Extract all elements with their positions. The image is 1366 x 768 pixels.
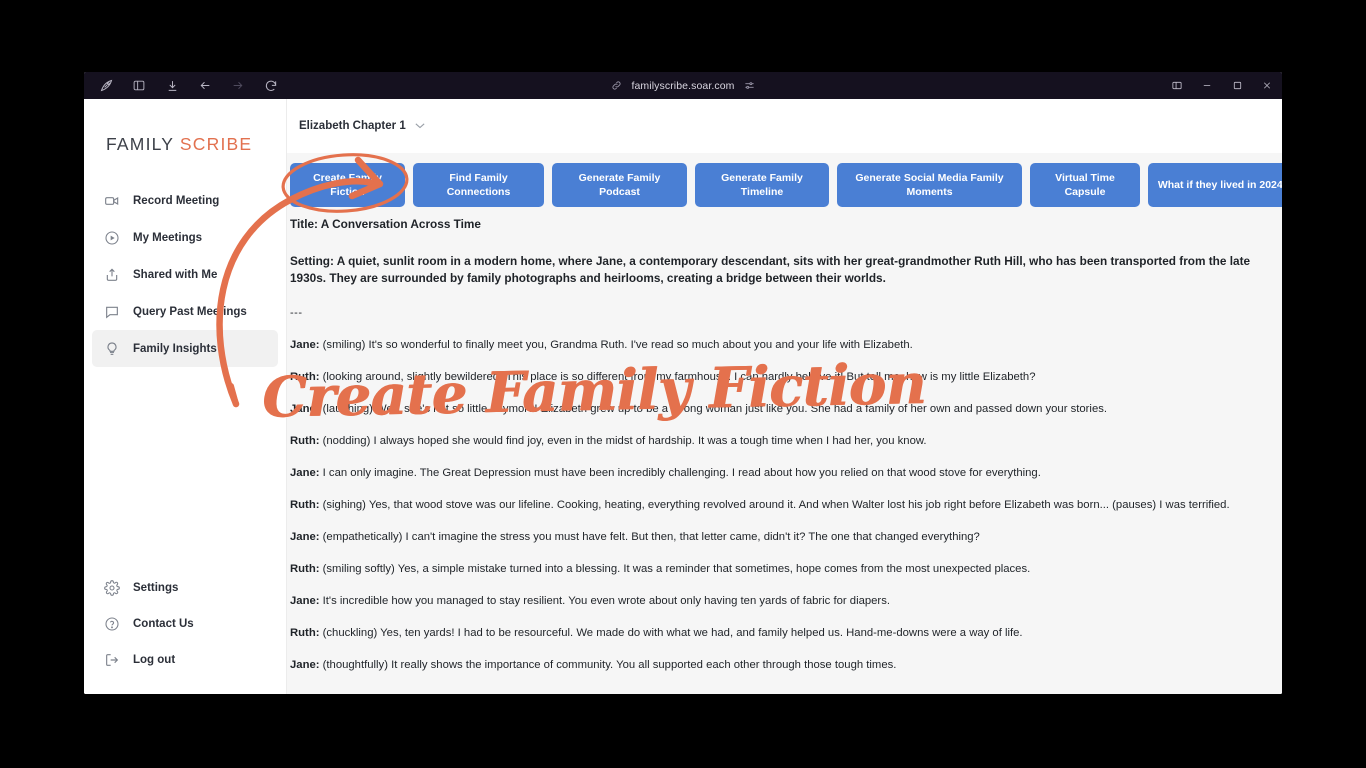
dialogue-text: (thoughtfully) It really shows the impor… [319,659,897,671]
story-divider: --- [290,307,303,319]
sidebar-item-shared-with-me[interactable]: Shared with Me [92,256,278,293]
sidebar-toggle-icon[interactable] [131,78,147,94]
downloads-icon[interactable] [164,78,180,94]
dialogue-line: Ruth: (smiling softly) Yes, a simple mis… [290,562,1276,577]
chapter-label: Elizabeth Chapter 1 [299,120,406,132]
dialogue-text: (chuckling) Yes, ten yards! I had to be … [319,627,1023,639]
minimize-icon[interactable] [1192,72,1222,99]
sidebar-nav: Record Meeting My Meetings Shared with M… [84,182,286,367]
generate-family-timeline-button[interactable]: Generate Family Timeline [695,163,829,207]
dialogue-speaker: Ruth: [290,435,320,447]
handwritten-annotation-label: Create Family Fiction [261,351,927,431]
reload-icon[interactable] [263,78,279,94]
split-view-icon[interactable] [1162,72,1192,99]
dialogue-speaker: Jane: [290,531,320,543]
generate-social-media-family-moments-button[interactable]: Generate Social Media Family Moments [837,163,1022,207]
dialogue-text: (empathetically) I can't imagine the str… [319,531,980,543]
main-topbar: Elizabeth Chapter 1 [287,99,1282,153]
dialogue-line: Jane: (smiling) It's so wonderful to fin… [290,338,1276,353]
dialogue-speaker: Jane: [290,339,320,351]
sidebar-item-label: Log out [133,654,176,666]
gear-icon [104,580,120,596]
sidebar-item-label: Query Past Meetings [133,305,247,318]
create-family-fiction-button[interactable]: Create Family Fiction [290,163,405,207]
play-circle-icon [104,230,120,246]
dialogue-text: It's incredible how you managed to stay … [319,595,890,607]
dialogue-speaker: Jane: [290,595,320,607]
maximize-icon[interactable] [1222,72,1252,99]
dialogue-text: I can only imagine. The Great Depression… [319,467,1041,479]
generate-family-podcast-button[interactable]: Generate Family Podcast [552,163,687,207]
story-setting: Setting: A quiet, sunlit room in a moder… [290,254,1251,285]
dialogue-speaker: Ruth: [290,499,320,511]
dialogue-speaker: Ruth: [290,627,320,639]
logo-primary: FAMILY [106,134,174,154]
sidebar-item-settings[interactable]: Settings [92,570,278,606]
chevron-down-icon [415,122,425,131]
sidebar-item-label: Contact Us [133,618,194,630]
what-if-they-lived-in-2024-button[interactable]: What if they lived in 2024? [1148,163,1282,207]
browser-toolbar-left [84,78,279,94]
sidebar-item-label: Family Insights [133,342,217,355]
find-family-connections-button[interactable]: Find Family Connections [413,163,544,207]
dialogue-line: Jane: I can only imagine. The Great Depr… [290,466,1276,481]
sidebar-item-label: Shared with Me [133,268,218,281]
dialogue-line: Ruth: (chuckling) Yes, ten yards! I had … [290,626,1276,641]
sidebar-item-family-insights[interactable]: Family Insights [92,330,278,367]
chapter-selector[interactable]: Elizabeth Chapter 1 [299,120,425,132]
url-text: familyscribe.soar.com [631,79,735,92]
link-icon [611,80,622,91]
sidebar-item-label: My Meetings [133,231,203,244]
dialogue-text: (nodding) I always hoped she would find … [319,435,927,447]
sidebar-nav-bottom: Settings Contact Us Log out [84,570,286,694]
story-document: Title: A Conversation Across Time Settin… [287,217,1282,673]
window-controls [1162,72,1282,99]
close-icon[interactable] [1252,72,1282,99]
sidebar-item-label: Settings [133,582,179,594]
dialogue-speaker: Jane: [290,467,320,479]
app-logo: FAMILY SCRIBE [84,99,286,155]
logo-accent: SCRIBE [179,134,253,154]
virtual-time-capsule-button[interactable]: Virtual Time Capsule [1030,163,1140,207]
logout-icon [104,652,120,668]
sidebar-item-log-out[interactable]: Log out [92,642,278,678]
video-camera-icon [104,193,120,209]
story-title: Title: A Conversation Across Time [290,217,481,231]
dialogue-text: (smiling softly) Yes, a simple mistake t… [319,563,1031,575]
dialogue-text: (smiling) It's so wonderful to finally m… [319,339,913,351]
action-button-row: Create Family Fiction Find Family Connec… [287,163,1282,207]
dialogue-line: Ruth: (nodding) I always hoped she would… [290,434,1276,449]
back-icon[interactable] [197,78,213,94]
sidebar-item-contact-us[interactable]: Contact Us [92,606,278,642]
sliders-icon[interactable] [744,80,755,91]
share-upload-icon [104,267,120,283]
dialogue-line: Ruth: (sighing) Yes, that wood stove was… [290,498,1276,513]
dialogue-text: (sighing) Yes, that wood stove was our l… [319,499,1230,511]
forward-icon[interactable] [230,78,246,94]
lightbulb-icon [104,341,120,357]
dialogue-line: Jane: It's incredible how you managed to… [290,594,1276,609]
browser-chrome: familyscribe.soar.com [84,72,1282,99]
sidebar-item-label: Record Meeting [133,194,220,207]
sidebar-item-query-past-meetings[interactable]: Query Past Meetings [92,293,278,330]
sidebar-item-record-meeting[interactable]: Record Meeting [92,182,278,219]
sidebar: FAMILY SCRIBE Record Meeting My Meetings… [84,99,287,694]
dialogue-line: Jane: (thoughtfully) It really shows the… [290,658,1276,673]
question-circle-icon [104,616,120,632]
dialogue-speaker: Jane: [290,659,320,671]
browser-logo-icon[interactable] [98,78,114,94]
sidebar-item-my-meetings[interactable]: My Meetings [92,219,278,256]
dialogue-speaker: Ruth: [290,563,320,575]
dialogue-line: Jane: (empathetically) I can't imagine t… [290,530,1276,545]
chat-bubble-icon [104,304,120,320]
